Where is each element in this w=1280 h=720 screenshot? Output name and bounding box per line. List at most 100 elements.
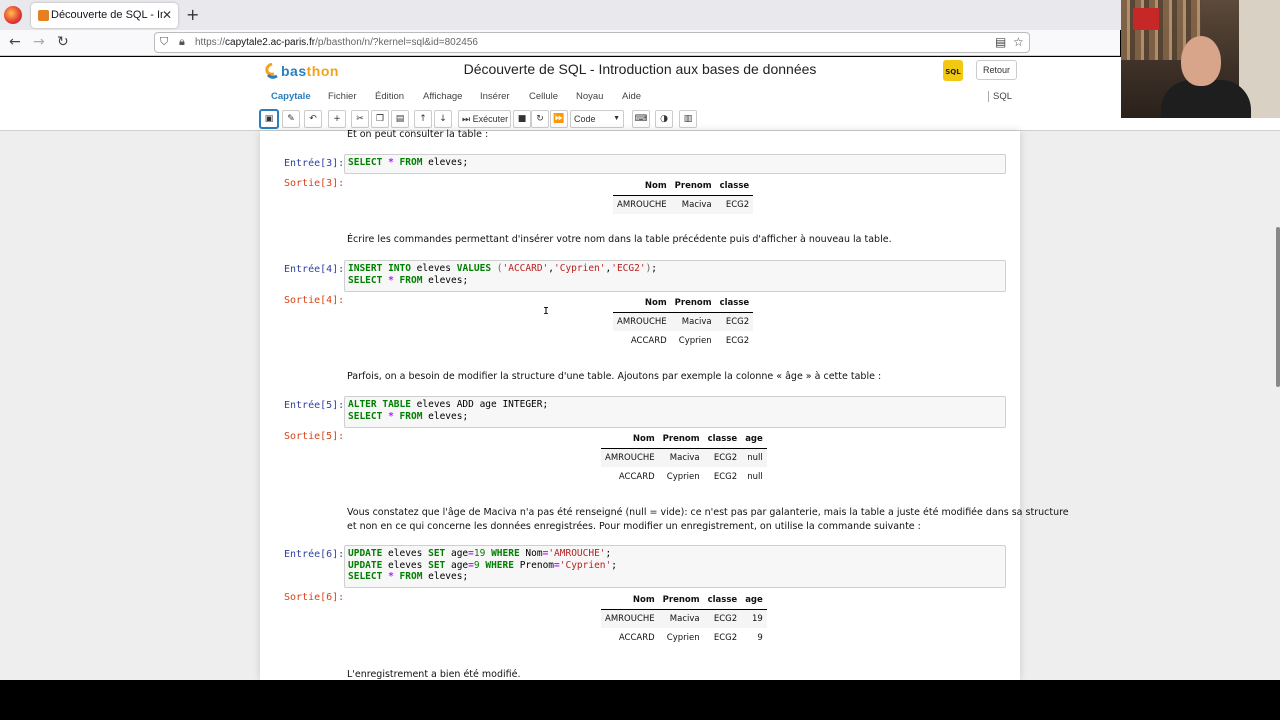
table-cell: Cyprien (666, 632, 700, 643)
markdown-cell[interactable]: Écrire les commandes permettant d'insére… (347, 233, 892, 247)
table-cell: Maciva (658, 448, 704, 467)
column-header: classe (715, 178, 754, 196)
menu-edition[interactable]: Édition (375, 91, 404, 102)
paste-icon[interactable]: ▤ (391, 110, 409, 128)
move-up-icon[interactable]: ↑ (414, 110, 432, 128)
table-cell: ACCARD (618, 471, 655, 482)
contrast-icon[interactable]: ◑ (655, 110, 673, 128)
browser-nav-bar: ← → ↻ ⛉ 🔒︎ https://capytale2.ac-paris.fr… (0, 30, 1120, 56)
tab-close-icon[interactable]: ✕ (162, 8, 172, 22)
back-arrow-icon[interactable]: ← (9, 34, 21, 50)
menu-noyau[interactable]: Noyau (576, 91, 603, 102)
bottom-black-bar (0, 680, 1280, 720)
cell-type-select[interactable]: Code ▼ (570, 110, 624, 128)
code-cell[interactable]: UPDATE eleves SET age=19 WHERE Nom='AMRO… (344, 545, 1006, 588)
back-button[interactable]: Retour (976, 60, 1017, 80)
markdown-line: Vous constatez que l'âge de Maciva n'a p… (347, 507, 1069, 518)
table-cell: ECG2 (713, 471, 738, 482)
url-text[interactable]: https://capytale2.ac-paris.fr/p/basthon/… (195, 37, 478, 48)
table-row: ACCARD Cyprien ECG2 null (601, 467, 767, 486)
output-prompt: Sortie[6]: (284, 592, 345, 603)
markdown-cell[interactable]: Parfois, on a besoin de modifier la stru… (347, 370, 881, 384)
webcam-overlay (1121, 0, 1280, 118)
browser-tab[interactable]: Découverte de SQL - Introduc ✕ (31, 3, 178, 28)
table-row: ACCARD Cyprien ECG2 9 (601, 628, 767, 647)
column-header: Prenom (658, 592, 704, 610)
kernel-indicator: SQL (987, 91, 1012, 102)
firefox-icon[interactable] (4, 6, 22, 24)
output-table: Nom Prenom classe AMROUCHE Maciva ECG2 (613, 178, 754, 214)
menu-fichier[interactable]: Fichier (328, 91, 357, 102)
chart-icon[interactable]: ▥ (679, 110, 697, 128)
notebook-container: Et on peut consulter la table : Entrée[3… (260, 128, 1069, 680)
table-row: AMROUCHE Maciva ECG2 19 (601, 609, 767, 628)
table-cell: Maciva (658, 609, 704, 628)
text-cursor-icon: I (543, 306, 550, 317)
lock-icon[interactable]: 🔒︎ (179, 35, 185, 49)
markdown-cell[interactable]: L'enregistrement a bien été modifié. (347, 668, 520, 680)
table-cell: ECG2 (715, 195, 754, 214)
column-header: Prenom (670, 178, 716, 196)
cut-icon[interactable]: ✂ (351, 110, 369, 128)
column-header: Prenom (670, 295, 716, 313)
table-cell: Maciva (670, 312, 716, 331)
menu-capytale[interactable]: Capytale (271, 91, 311, 102)
code-cell[interactable]: ALTER TABLE eleves ADD age INTEGER; SELE… (344, 396, 1006, 428)
page: basthon Découverte de SQL - Introduction… (0, 57, 1280, 680)
table-cell: null (741, 448, 767, 467)
keyboard-icon[interactable]: ⌨ (632, 110, 650, 128)
code-cell[interactable]: INSERT INTO eleves VALUES ('ACCARD','Cyp… (344, 260, 1006, 292)
code-cell[interactable]: SELECT * FROM eleves; (344, 154, 1006, 174)
column-header: classe (703, 431, 742, 449)
move-down-icon[interactable]: ↓ (434, 110, 452, 128)
column-header: classe (715, 295, 754, 313)
copy-icon[interactable]: ❐ (371, 110, 389, 128)
stop-icon[interactable]: ■ (513, 110, 531, 128)
column-header: age (741, 592, 767, 610)
undo-icon[interactable]: ↶ (304, 110, 322, 128)
input-prompt: Entrée[6]: (284, 549, 345, 560)
notebook-title: Découverte de SQL - Introduction aux bas… (463, 61, 817, 77)
table-cell: 9 (757, 632, 763, 643)
notebook-toolbar: ▣ ✎ ↶ + ✂ ❐ ▤ ↑ ↓ ⏭ Exécuter ■ ↻ ⏩ Code ▼… (258, 110, 1020, 130)
column-header: Prenom (658, 431, 704, 449)
menu-affichage[interactable]: Affichage (423, 91, 462, 102)
new-tab-icon[interactable]: + (186, 5, 199, 24)
save-icon[interactable]: ▣ (260, 110, 278, 128)
attach-icon[interactable]: ✎ (282, 110, 300, 128)
table-cell: ECG2 (703, 609, 742, 628)
page-scrollbar[interactable] (1276, 227, 1280, 387)
table-header-row: Nom Prenom classe (613, 295, 754, 313)
run-button[interactable]: ⏭ Exécuter (458, 110, 511, 128)
column-header: Nom (601, 592, 659, 610)
table-cell: Cyprien (678, 335, 712, 346)
url-bar[interactable]: ⛉ 🔒︎ https://capytale2.ac-paris.fr/p/bas… (154, 32, 1030, 53)
column-header: Nom (613, 295, 671, 313)
restart-run-all-icon[interactable]: ⏩ (550, 110, 568, 128)
table-cell: AMROUCHE (601, 609, 659, 628)
menu-aide[interactable]: Aide (622, 91, 641, 102)
table-cell: ECG2 (703, 448, 742, 467)
table-cell: Cyprien (666, 471, 700, 482)
table-row: AMROUCHE Maciva ECG2 null (601, 448, 767, 467)
markdown-line: et non en ce qui concerne les données en… (347, 521, 921, 532)
reader-view-icon[interactable]: ▤ (995, 35, 1006, 49)
output-prompt: Sortie[5]: (284, 431, 345, 442)
reload-icon[interactable]: ↻ (57, 34, 69, 50)
bookmark-star-icon[interactable]: ☆ (1013, 35, 1024, 49)
shield-icon[interactable]: ⛉ (160, 35, 168, 49)
table-cell: ACCARD (618, 632, 655, 643)
table-cell: ECG2 (715, 312, 754, 331)
markdown-cell[interactable]: Et on peut consulter la table : (347, 128, 488, 142)
markdown-cell[interactable]: Vous constatez que l'âge de Maciva n'a p… (347, 506, 1069, 534)
menu-inserer[interactable]: Insérer (480, 91, 510, 102)
menu-cellule[interactable]: Cellule (529, 91, 558, 102)
table-cell: ACCARD (630, 335, 667, 346)
forward-arrow-icon[interactable]: → (33, 34, 45, 50)
restart-icon[interactable]: ↻ (531, 110, 549, 128)
output-table: Nom Prenom classe AMROUCHE Maciva ECG2 A… (613, 295, 754, 350)
table-cell: AMROUCHE (613, 195, 671, 214)
table-header-row: Nom Prenom classe (613, 178, 754, 196)
column-header: age (741, 431, 767, 449)
add-cell-icon[interactable]: + (328, 110, 346, 128)
